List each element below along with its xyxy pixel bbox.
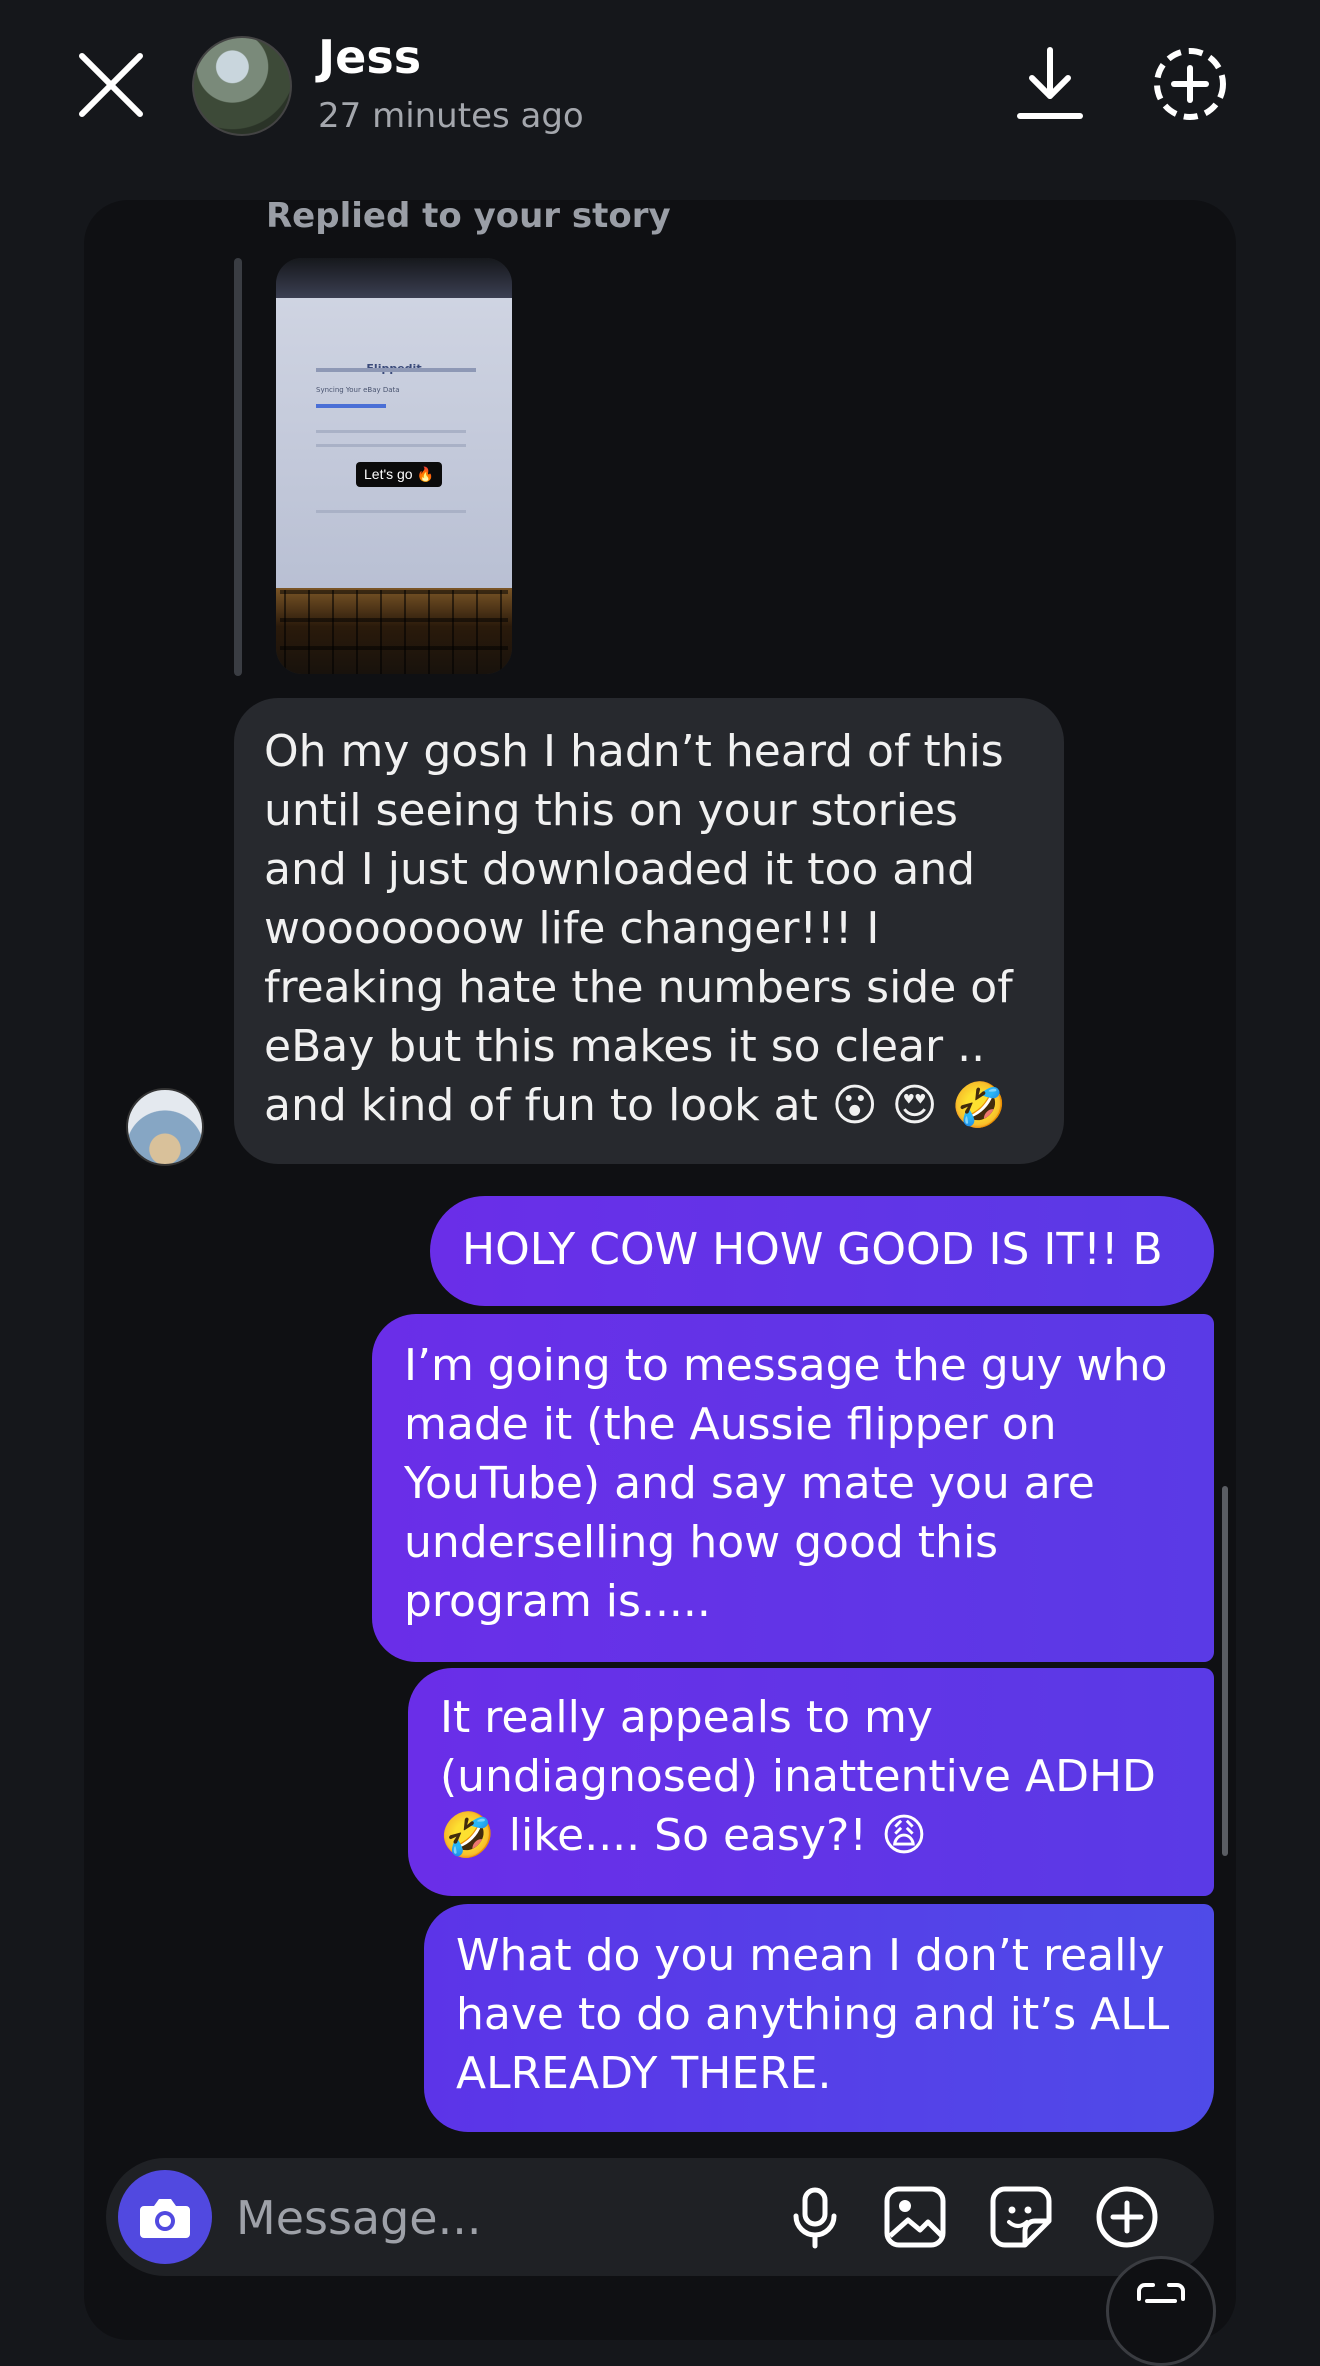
text-scan-icon — [1137, 2283, 1185, 2303]
add-to-story-button[interactable] — [1150, 44, 1230, 124]
last-active-time: 27 minutes ago — [318, 96, 584, 136]
text-options-button[interactable] — [1106, 2256, 1216, 2366]
outgoing-message[interactable]: I’m going to message the guy who made it… — [372, 1314, 1214, 1662]
outgoing-message[interactable]: It really appeals to my (undiagnosed) in… — [408, 1668, 1214, 1896]
sticker-button[interactable] — [988, 2184, 1054, 2250]
contact-name[interactable]: Jess — [318, 30, 421, 84]
story-sticker: Let's go 🔥 — [356, 462, 442, 487]
gallery-button[interactable] — [882, 2184, 948, 2250]
sender-avatar[interactable] — [126, 1088, 204, 1166]
story-reply-label: Replied to your story — [266, 196, 671, 236]
plus-icon — [1096, 2186, 1158, 2248]
close-icon — [79, 53, 143, 117]
microphone-icon — [793, 2187, 837, 2249]
incoming-message[interactable]: Oh my gosh I hadn’t heard of this until … — [234, 698, 1064, 1164]
download-icon — [1017, 47, 1083, 119]
story-subtitle-text: Syncing Your eBay Data — [316, 386, 400, 394]
message-input[interactable] — [234, 2180, 758, 2256]
outgoing-message[interactable]: What do you mean I don’t really have to … — [424, 1904, 1214, 2132]
close-button[interactable] — [74, 48, 148, 122]
avatar[interactable] — [192, 36, 292, 136]
reply-indicator-bar — [234, 258, 242, 676]
story-thumbnail[interactable]: Flippedit Syncing Your eBay Data Let's g… — [276, 258, 512, 674]
download-button[interactable] — [1014, 46, 1086, 122]
sticker-icon — [990, 2186, 1052, 2248]
camera-icon — [140, 2199, 190, 2238]
gallery-icon — [884, 2186, 946, 2248]
outgoing-message[interactable]: HOLY COW HOW GOOD IS IT!! B — [430, 1196, 1214, 1306]
add-story-icon — [1154, 48, 1226, 120]
microphone-button[interactable] — [782, 2184, 848, 2250]
more-options-button[interactable] — [1094, 2184, 1160, 2250]
scrollbar[interactable] — [1222, 1486, 1228, 1856]
camera-button[interactable] — [118, 2170, 212, 2264]
